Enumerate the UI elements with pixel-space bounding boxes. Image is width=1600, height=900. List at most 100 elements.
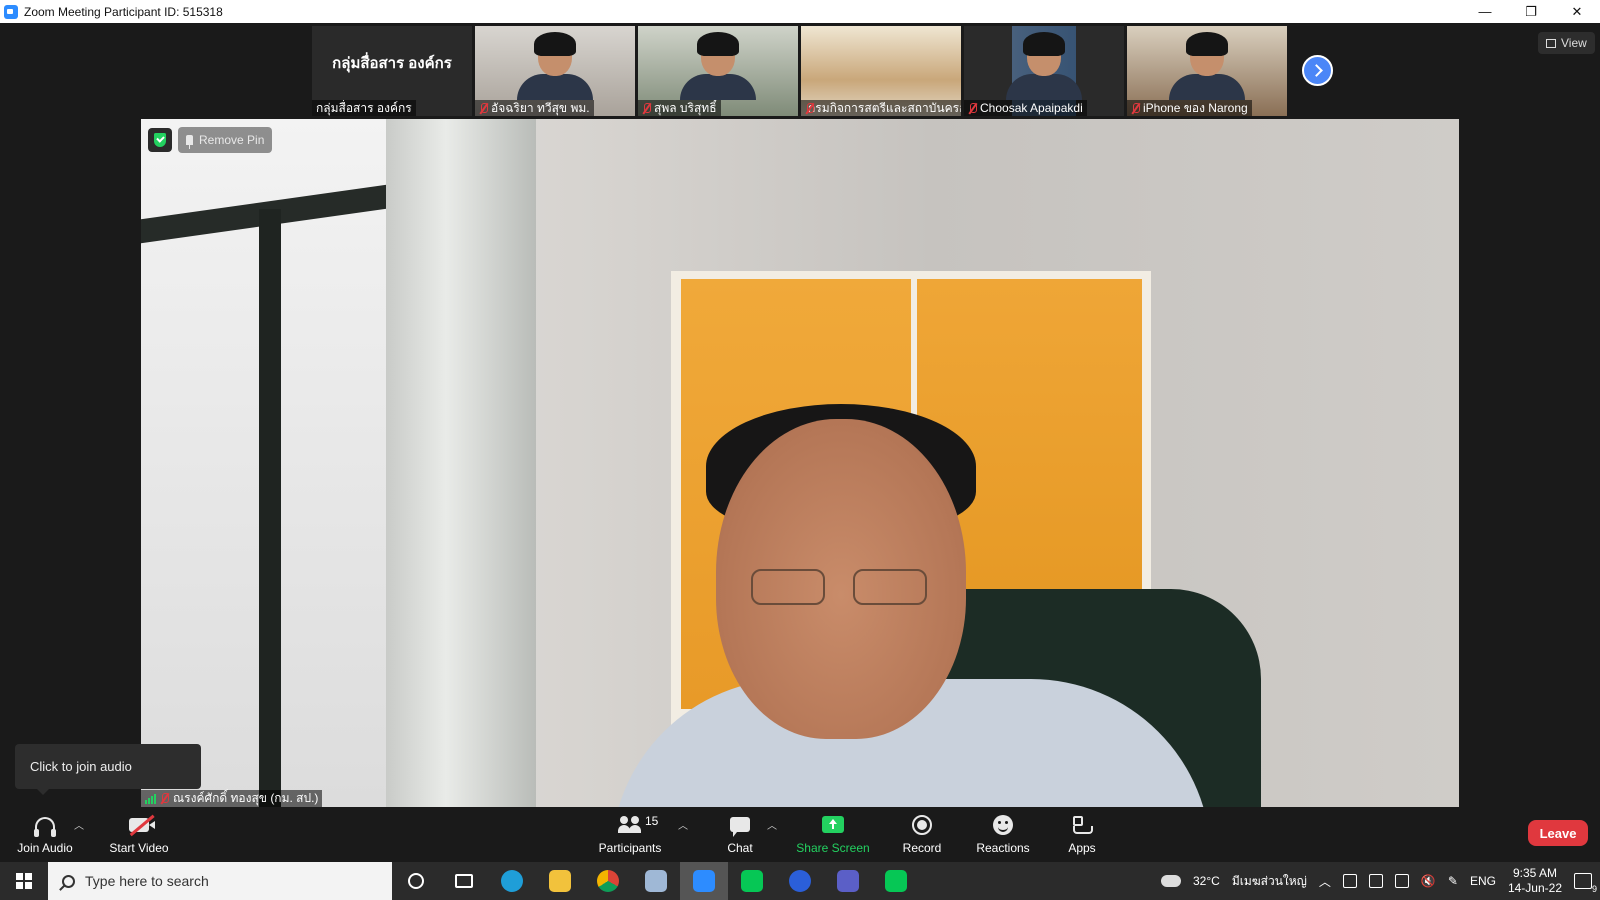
participants-button[interactable]: 15 Participants: [594, 807, 666, 862]
view-button[interactable]: View: [1538, 32, 1595, 54]
line-app-2[interactable]: [872, 862, 920, 900]
clock-date: 14-Jun-22: [1507, 881, 1562, 895]
participants-caret-icon[interactable]: ︿: [678, 817, 688, 832]
participant-name-label: Choosak Apaipakdi: [964, 100, 1087, 116]
input-language[interactable]: ENG: [1470, 874, 1496, 888]
file-explorer-app[interactable]: [536, 862, 584, 900]
gallery-strip: กลุ่มสื่อสาร องค์กร กลุ่มสื่อสาร องค์กร …: [312, 26, 1287, 116]
webex-app[interactable]: [776, 862, 824, 900]
onedrive-icon[interactable]: [1368, 874, 1383, 888]
windows-logo-icon: [16, 873, 32, 889]
window-titlebar: Zoom Meeting Participant ID: 515318 — ❐ …: [0, 0, 1600, 23]
chrome-app[interactable]: [584, 862, 632, 900]
reactions-button[interactable]: Reactions: [972, 807, 1034, 862]
main-speaker-video[interactable]: Remove Pin ณรงค์ศักดิ์ ทองสุข (กม. สป.): [141, 119, 1459, 807]
edge-icon: [501, 870, 523, 892]
chat-caret-icon[interactable]: ︿: [767, 817, 777, 832]
participant-video: [1006, 32, 1082, 100]
participant-name-label: กลุ่มสื่อสาร องค์กร: [312, 100, 416, 116]
remove-pin-button[interactable]: Remove Pin: [178, 127, 273, 153]
video-off-icon: [129, 817, 155, 832]
close-button[interactable]: ✕: [1554, 0, 1600, 23]
meeting-area: กลุ่มสื่อสาร องค์กร กลุ่มสื่อสาร องค์กร …: [0, 23, 1600, 807]
video-overlay-controls: Remove Pin: [148, 127, 273, 153]
apps-icon: [1072, 815, 1093, 835]
participant-video: [680, 32, 756, 100]
windows-taskbar: Type here to search 32°C มีเมฆส่วนใหญ่ ︿…: [0, 862, 1600, 900]
window-title: Zoom Meeting Participant ID: 515318: [24, 4, 223, 19]
participant-name: กลุ่มสื่อสาร องค์กร: [316, 100, 412, 115]
participant-tile[interactable]: iPhone ของ Narong: [1127, 26, 1287, 116]
taskbar-search-box[interactable]: Type here to search: [48, 862, 392, 900]
edge-app[interactable]: [488, 862, 536, 900]
next-page-button[interactable]: [1302, 55, 1333, 86]
share-screen-button[interactable]: Share Screen: [794, 807, 872, 862]
encryption-shield-icon[interactable]: [148, 128, 172, 152]
tray-app-icon[interactable]: [1342, 874, 1357, 888]
zoom-icon: [693, 870, 715, 892]
record-button[interactable]: Record: [894, 807, 950, 862]
participant-name: อัจฉริยา ทวีสุข พม.: [491, 100, 590, 115]
zoom-app[interactable]: [680, 862, 728, 900]
participant-name-label: กรมกิจการสตรีและสถาบันครอ...: [801, 100, 961, 116]
join-audio-label: Join Audio: [17, 840, 73, 855]
volume-muted-icon[interactable]: 🔇: [1421, 874, 1436, 888]
search-placeholder: Type here to search: [85, 873, 209, 889]
participants-count: 15: [645, 813, 659, 828]
participants-icon: 15: [618, 814, 658, 834]
teams-app[interactable]: [824, 862, 872, 900]
participant-name: กรมกิจการสตรีและสถาบันครอ...: [808, 100, 961, 115]
participant-name-label: อัจฉริยา ทวีสุข พม.: [475, 100, 594, 116]
system-tray: 32°C มีเมฆส่วนใหญ่ ︿ 🔇 ✎ ENG 9:35 AM 14-…: [1161, 862, 1600, 900]
muted-mic-icon: [479, 102, 488, 114]
share-screen-label: Share Screen: [796, 840, 870, 855]
participant-name-label: สุพล บริสุทธิ์: [638, 100, 721, 116]
start-button[interactable]: [0, 862, 48, 900]
pinned-app[interactable]: [632, 862, 680, 900]
record-label: Record: [902, 840, 942, 855]
participant-video: [517, 32, 593, 100]
network-icon[interactable]: [1394, 874, 1409, 888]
chrome-icon: [597, 870, 619, 892]
participant-tile[interactable]: Choosak Apaipakdi: [964, 26, 1124, 116]
participant-name-label: iPhone ของ Narong: [1127, 100, 1252, 116]
minimize-button[interactable]: —: [1462, 0, 1508, 23]
line-app[interactable]: [728, 862, 776, 900]
taskbar-clock[interactable]: 9:35 AM 14-Jun-22: [1508, 866, 1562, 896]
clock-time: 9:35 AM: [1512, 866, 1557, 880]
weather-cloud-icon: [1161, 875, 1181, 887]
participant-name: iPhone ของ Narong: [1143, 100, 1248, 115]
join-audio-button[interactable]: Join Audio: [14, 807, 76, 862]
apps-button[interactable]: Apps: [1058, 807, 1106, 862]
tray-chevron-icon[interactable]: ︿: [1319, 873, 1331, 890]
task-view-button[interactable]: [440, 862, 488, 900]
weather-temp[interactable]: 32°C: [1193, 874, 1220, 888]
zoom-logo-icon: [4, 4, 18, 19]
task-view-icon: [455, 874, 473, 888]
cortana-button[interactable]: [392, 862, 440, 900]
participant-tile[interactable]: สุพล บริสุทธิ์: [638, 26, 798, 116]
record-icon: [912, 814, 932, 835]
leave-button[interactable]: Leave: [1528, 820, 1588, 846]
start-video-button[interactable]: Start Video: [104, 807, 174, 862]
participant-tile[interactable]: กรมกิจการสตรีและสถาบันครอ...: [801, 26, 961, 116]
pin-icon: [186, 135, 193, 149]
chat-icon: [730, 817, 750, 837]
muted-mic-icon: [642, 102, 651, 114]
chat-button[interactable]: Chat: [712, 807, 768, 862]
remove-pin-label: Remove Pin: [199, 133, 265, 147]
teams-icon: [837, 870, 859, 892]
participant-name: Choosak Apaipakdi: [980, 101, 1083, 115]
tooltip-text: Click to join audio: [30, 759, 132, 774]
speaker-name-label: ณรงค์ศักดิ์ ทองสุข (กม. สป.): [141, 790, 323, 807]
audio-options-caret-icon[interactable]: ︿: [74, 817, 84, 832]
share-screen-icon: [822, 816, 844, 833]
participant-tile[interactable]: กลุ่มสื่อสาร องค์กร กลุ่มสื่อสาร องค์กร: [312, 26, 472, 116]
weather-desc[interactable]: มีเมฆส่วนใหญ่: [1232, 872, 1307, 891]
notification-center-icon[interactable]: 9: [1574, 873, 1597, 894]
participant-tile[interactable]: อัจฉริยา ทวีสุข พม.: [475, 26, 635, 116]
muted-mic-icon: [1131, 102, 1140, 114]
app-icon: [645, 870, 667, 892]
restore-button[interactable]: ❐: [1508, 0, 1554, 23]
pen-icon[interactable]: ✎: [1448, 874, 1458, 888]
